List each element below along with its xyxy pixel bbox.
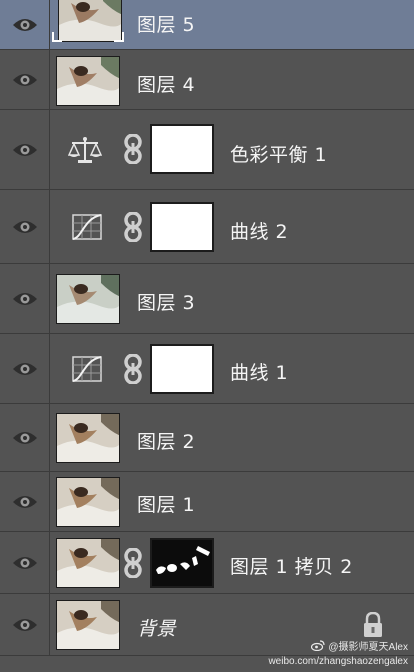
curves-icon xyxy=(72,356,102,386)
layer-mask-thumbnail[interactable] xyxy=(150,124,214,174)
chain-link-icon[interactable] xyxy=(124,211,142,246)
selection-corner xyxy=(114,32,124,42)
visibility-toggle[interactable] xyxy=(0,0,50,49)
eye-icon xyxy=(12,555,38,571)
layer-thumbnail[interactable] xyxy=(56,600,120,650)
layer-mask-thumbnail[interactable] xyxy=(150,538,214,588)
visibility-toggle[interactable] xyxy=(0,472,50,531)
layer-thumbnail[interactable] xyxy=(56,56,120,106)
layer-name: 图层 5 xyxy=(137,14,196,36)
layer-mask-thumbnail[interactable] xyxy=(150,344,214,394)
visibility-toggle[interactable] xyxy=(0,264,50,333)
layer-name: 图层 3 xyxy=(137,292,196,314)
layer-name: 背景 xyxy=(137,618,177,640)
visibility-toggle[interactable] xyxy=(0,190,50,263)
lock-icon xyxy=(362,611,384,642)
layer-row-layer-4[interactable]: 图层 4 xyxy=(0,50,414,110)
watermark-url: weibo.com/zhangshaozengalex xyxy=(268,656,408,667)
eye-icon xyxy=(12,430,38,446)
eye-icon xyxy=(12,219,38,235)
chain-link-icon[interactable] xyxy=(124,133,142,168)
layer-row-curves-2[interactable]: 曲线 2 xyxy=(0,190,414,264)
eye-icon xyxy=(12,142,38,158)
layers-panel: 图层 5 图层 4 色彩平衡 1 曲线 2 图层 3 曲线 1 图层 2 图层 … xyxy=(0,0,414,672)
visibility-toggle[interactable] xyxy=(0,532,50,593)
eye-icon xyxy=(12,17,38,33)
watermark-handle: @摄影师夏天Alex xyxy=(328,642,408,653)
visibility-toggle[interactable] xyxy=(0,110,50,189)
layer-name: 图层 1 xyxy=(137,494,196,516)
layer-mask-thumbnail[interactable] xyxy=(150,202,214,252)
layer-thumbnail[interactable] xyxy=(58,0,122,42)
visibility-toggle[interactable] xyxy=(0,334,50,403)
layer-row-layer-5[interactable]: 图层 5 xyxy=(0,0,414,50)
visibility-toggle[interactable] xyxy=(0,50,50,109)
eye-icon xyxy=(12,361,38,377)
weibo-icon xyxy=(311,640,325,655)
layer-name: 色彩平衡 1 xyxy=(230,144,328,166)
chain-link-icon[interactable] xyxy=(124,547,142,582)
eye-icon xyxy=(12,72,38,88)
eye-icon xyxy=(12,617,38,633)
layer-thumbnail[interactable] xyxy=(56,538,120,588)
layer-row-color-balance-1[interactable]: 色彩平衡 1 xyxy=(0,110,414,190)
visibility-toggle[interactable] xyxy=(0,594,50,655)
eye-icon xyxy=(12,291,38,307)
layer-thumbnail[interactable] xyxy=(56,413,120,463)
visibility-toggle[interactable] xyxy=(0,404,50,471)
watermark: @摄影师夏天Alex weibo.com/zhangshaozengalex xyxy=(268,640,408,668)
layer-row-layer-3[interactable]: 图层 3 xyxy=(0,264,414,334)
layer-row-layer-2[interactable]: 图层 2 xyxy=(0,404,414,472)
layer-thumbnail[interactable] xyxy=(56,477,120,527)
layer-thumbnail[interactable] xyxy=(56,274,120,324)
layer-name: 图层 1 拷贝 2 xyxy=(230,556,353,578)
balance-icon xyxy=(67,136,103,168)
layer-name: 曲线 1 xyxy=(230,362,289,384)
layer-row-layer-1[interactable]: 图层 1 xyxy=(0,472,414,532)
layer-name: 图层 4 xyxy=(137,74,196,96)
curves-icon xyxy=(72,214,102,244)
eye-icon xyxy=(12,494,38,510)
chain-link-icon[interactable] xyxy=(124,353,142,388)
layer-row-curves-1[interactable]: 曲线 1 xyxy=(0,334,414,404)
layer-row-layer-1-copy-2[interactable]: 图层 1 拷贝 2 xyxy=(0,532,414,594)
layer-name: 图层 2 xyxy=(137,431,196,453)
selection-corner xyxy=(52,32,62,42)
layer-name: 曲线 2 xyxy=(230,221,289,243)
